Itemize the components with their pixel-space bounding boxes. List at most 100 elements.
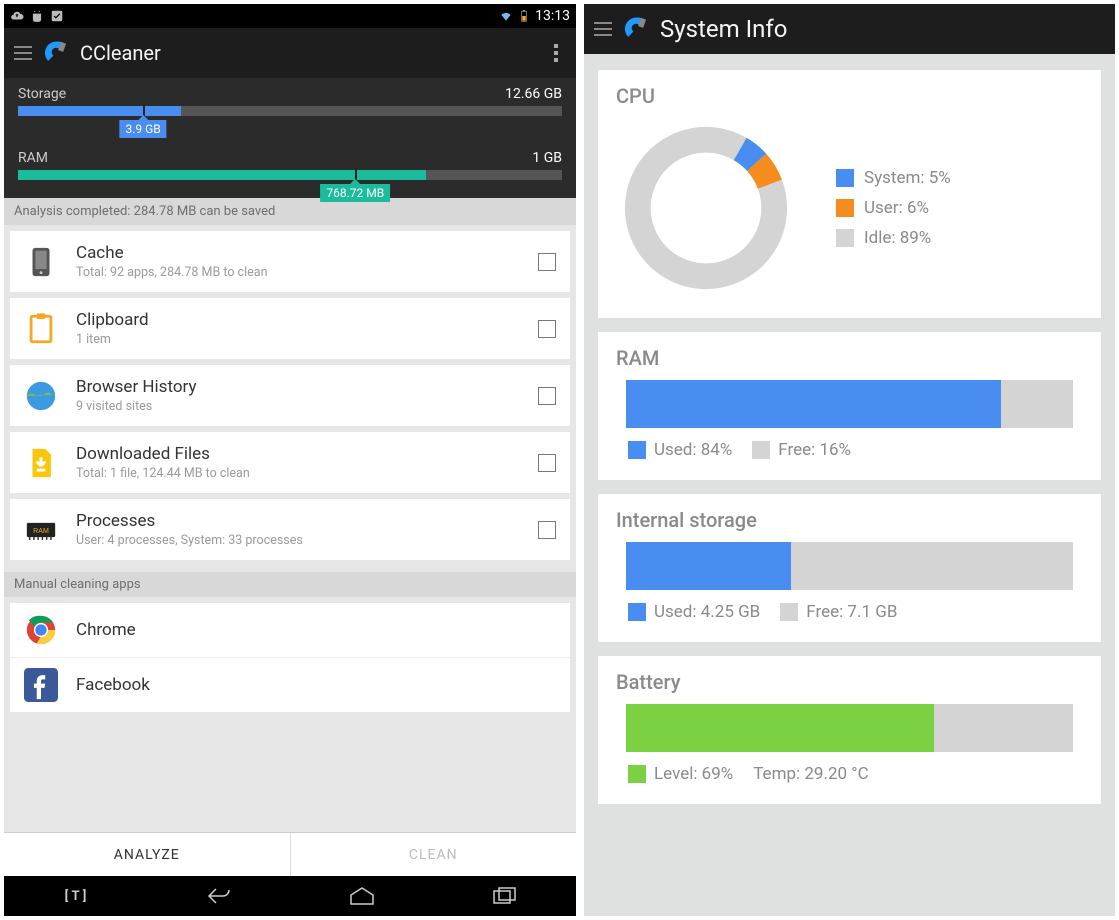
overflow-menu-icon[interactable]	[546, 44, 566, 62]
ram-free-label: Free: 16%	[778, 440, 851, 460]
legend-text: User: 6%	[864, 198, 929, 218]
phone-icon	[24, 245, 58, 279]
list-item-title: Cache	[76, 243, 267, 263]
legend-swatch	[836, 199, 854, 217]
clean-item-phone[interactable]: CacheTotal: 92 apps, 284.78 MB to clean	[10, 231, 570, 292]
battery-hbar-fill	[626, 704, 934, 752]
manual-app-chrome[interactable]: Chrome	[10, 603, 570, 657]
nav-keyboard-icon[interactable]: [ T ]	[51, 889, 101, 904]
android-navbar: [ T ]	[4, 876, 576, 916]
cleanable-list: CacheTotal: 92 apps, 284.78 MB to cleanC…	[4, 225, 576, 832]
analyze-button[interactable]: ANALYZE	[4, 833, 290, 876]
checkbox-icon	[50, 9, 64, 23]
ram-used-swatch	[628, 441, 646, 459]
list-item-title: Downloaded Files	[76, 444, 250, 464]
statusbar-time: 13:13	[535, 8, 570, 24]
storage-total: 12.66 GB	[505, 86, 562, 102]
battery-hbar	[626, 704, 1073, 752]
list-item-sub: 1 item	[76, 332, 149, 347]
ccleaner-logo-icon	[622, 15, 650, 43]
storage-hbar	[626, 542, 1073, 590]
list-item-sub: 9 visited sites	[76, 399, 197, 414]
storage-tag: 3.9 GB	[119, 120, 166, 138]
hamburger-menu-icon[interactable]	[594, 22, 612, 36]
cpu-legend-entry: Idle: 89%	[836, 228, 951, 248]
ram-tag: 768.72 MB	[320, 184, 390, 202]
clean-item-download[interactable]: Downloaded Files Total: 1 file, 124.44 MB…	[10, 432, 570, 493]
storage-label: Storage	[18, 86, 66, 102]
nav-recents-icon[interactable]	[480, 886, 530, 906]
storage-bar-fill	[18, 106, 181, 116]
item-checkbox[interactable]	[538, 387, 556, 405]
battery-icon	[517, 9, 531, 23]
android-statusbar: 13:13	[4, 4, 576, 28]
storage-card-title: Internal storage	[616, 508, 1083, 532]
hamburger-menu-icon[interactable]	[14, 46, 32, 60]
clean-button[interactable]: CLEAN	[290, 833, 577, 876]
cpu-card-title: CPU	[616, 84, 1083, 108]
ram-bar: 768.72 MB	[18, 170, 562, 180]
battery-level-swatch	[628, 765, 646, 783]
list-item-title: Processes	[76, 511, 303, 531]
nav-back-icon[interactable]	[194, 886, 244, 906]
storage-card: Internal storage Used: 4.25 GB Free: 7.1…	[598, 494, 1101, 642]
clipboard-icon	[24, 312, 58, 346]
ram-icon: RAM	[24, 513, 58, 547]
cpu-donut-chart	[616, 118, 796, 298]
sysinfo-body: CPU System: 5% User: 6% Idle: 89% RAM Used…	[584, 54, 1115, 916]
storage-used-swatch	[628, 603, 646, 621]
manual-cleaning-header: Manual cleaning apps	[4, 572, 576, 597]
storage-free-swatch	[780, 603, 798, 621]
ram-free-swatch	[752, 441, 770, 459]
battery-level-label: Level: 69%	[654, 764, 733, 784]
ram-hbar	[626, 380, 1073, 428]
item-checkbox[interactable]	[538, 320, 556, 338]
globe-icon	[24, 379, 58, 413]
legend-swatch	[836, 169, 854, 187]
ccleaner-main-screen: 13:13 CCleaner Storage 12.66 GB 3.9 GB RA…	[4, 4, 576, 916]
storage-free-label: Free: 7.1 GB	[806, 602, 897, 622]
ram-card-title: RAM	[616, 346, 1083, 370]
list-item-title: Facebook	[76, 675, 150, 695]
legend-text: Idle: 89%	[864, 228, 931, 248]
app-header: CCleaner	[4, 28, 576, 78]
system-info-screen: System Info CPU System: 5% User: 6% Idle: …	[584, 4, 1115, 916]
battery-card-title: Battery	[616, 670, 1083, 694]
list-item-sub: Total: 1 file, 124.44 MB to clean	[76, 466, 250, 481]
sysinfo-header: System Info	[584, 4, 1115, 54]
legend-text: System: 5%	[864, 168, 951, 188]
cpu-card: CPU System: 5% User: 6% Idle: 89%	[598, 70, 1101, 318]
storage-hbar-fill	[626, 542, 791, 590]
bottom-action-bar: ANALYZE CLEAN	[4, 832, 576, 876]
item-checkbox[interactable]	[538, 253, 556, 271]
legend-swatch	[836, 229, 854, 247]
usage-gauges: Storage 12.66 GB 3.9 GB RAM 1 GB 768.72 MB	[4, 78, 576, 198]
nav-home-icon[interactable]	[337, 886, 387, 906]
svg-text:RAM: RAM	[33, 526, 49, 534]
item-checkbox[interactable]	[538, 454, 556, 472]
storage-used-label: Used: 4.25 GB	[654, 602, 760, 622]
clean-item-ram[interactable]: RAMProcessesUser: 4 processes, System: 3…	[10, 499, 570, 560]
ram-total: 1 GB	[532, 150, 562, 166]
item-checkbox[interactable]	[538, 521, 556, 539]
chrome-icon	[24, 613, 58, 647]
ram-hbar-fill	[626, 380, 1001, 428]
analysis-result-banner: Analysis completed: 284.78 MB can be sav…	[4, 198, 576, 225]
manual-app-facebook[interactable]: Facebook	[10, 657, 570, 712]
ram-used-label: Used: 84%	[654, 440, 732, 460]
list-item-title: Chrome	[76, 620, 136, 640]
ram-card: RAM Used: 84% Free: 16%	[598, 332, 1101, 480]
download-icon	[24, 446, 58, 480]
facebook-icon	[24, 668, 58, 702]
battery-card: Battery Level: 69% Temp: 29.20 °C	[598, 656, 1101, 804]
wifi-icon	[499, 9, 513, 23]
clean-item-globe[interactable]: Browser History 9 visited sites	[10, 365, 570, 426]
ram-label: RAM	[18, 150, 48, 166]
android-debug-icon	[30, 9, 44, 23]
list-item-title: Clipboard	[76, 310, 149, 330]
clean-item-clipboard[interactable]: Clipboard 1 item	[10, 298, 570, 359]
ram-bar-fill	[18, 170, 426, 180]
list-item-title: Browser History	[76, 377, 197, 397]
storage-bar: 3.9 GB	[18, 106, 562, 116]
cpu-legend-entry: User: 6%	[836, 198, 951, 218]
